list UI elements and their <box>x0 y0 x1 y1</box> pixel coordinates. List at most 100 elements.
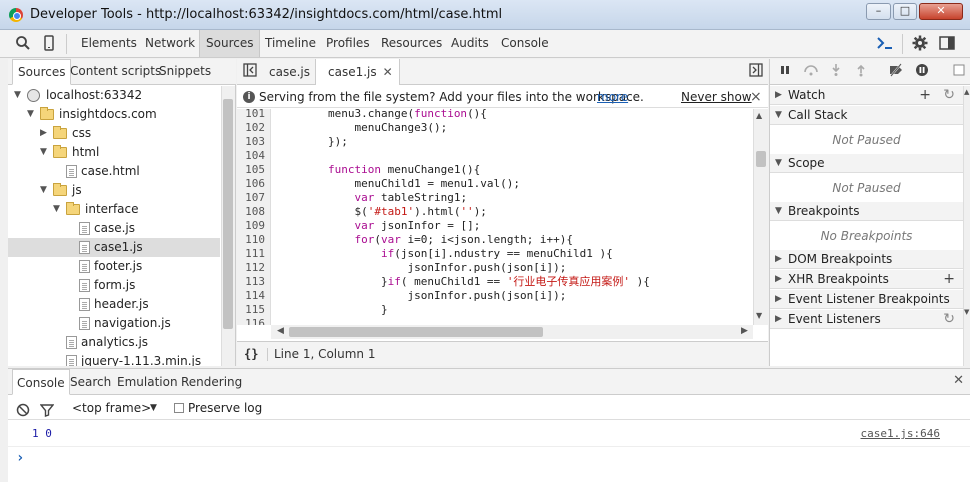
tree-item[interactable]: ▼ localhost:63342 <box>8 86 220 105</box>
tab-timeline[interactable]: Timeline <box>259 30 322 57</box>
show-console-icon[interactable] <box>876 35 894 53</box>
async-checkbox-icon[interactable] <box>950 63 968 81</box>
line-number[interactable]: 103 <box>237 135 265 149</box>
line-number[interactable]: 112 <box>237 261 265 275</box>
tab-elements[interactable]: Elements <box>75 30 143 57</box>
debugger-section-header[interactable]: ▶ Watch + ↻ <box>770 86 963 105</box>
line-number[interactable]: 115 <box>237 303 265 317</box>
frame-dropdown-arrow-icon[interactable]: ▼ <box>150 396 157 420</box>
line-number[interactable]: 104 <box>237 149 265 163</box>
line-number[interactable]: 116 <box>237 317 265 325</box>
infobar-close-icon[interactable]: × <box>750 86 762 108</box>
code-line[interactable]: 108 $('#tab1').html(''); <box>237 205 753 219</box>
expand-triangle-icon[interactable]: ▶ <box>775 250 782 269</box>
line-number[interactable]: 101 <box>237 109 265 121</box>
drawer-tab-rendering[interactable]: Rendering <box>177 369 246 395</box>
code-line[interactable]: 112 jsonInfor.push(json[i]); <box>237 261 753 275</box>
tree-item[interactable]: form.js <box>8 276 220 295</box>
code-line[interactable]: 113 }if( menuChild1 == '行业电子传真应用案例' ){ <box>237 275 753 289</box>
line-number[interactable]: 102 <box>237 121 265 135</box>
scroll-right-icon[interactable]: ▶ <box>741 326 748 336</box>
drawer-tab-emulation[interactable]: Emulation <box>113 369 182 395</box>
console-prompt[interactable]: › <box>8 447 970 469</box>
code-line[interactable]: 107 var tableString1; <box>237 191 753 205</box>
editor-tab-case1-js[interactable]: case1.js ✕ <box>315 59 400 85</box>
debugger-section-header[interactable]: ▶ DOM Breakpoints <box>770 250 963 269</box>
code-line[interactable]: 105 function menuChange1(){ <box>237 163 753 177</box>
debugger-section-header[interactable]: ▶ XHR Breakpoints + <box>770 270 963 289</box>
navigator-scrollbar-thumb[interactable] <box>223 99 233 329</box>
tab-profiles[interactable]: Profiles <box>320 30 376 57</box>
expand-triangle-icon[interactable]: ▶ <box>40 124 47 143</box>
collapse-triangle-icon[interactable]: ▼ <box>775 202 782 221</box>
step-over-icon[interactable] <box>802 63 820 81</box>
toggle-debugger-icon[interactable] <box>747 63 765 81</box>
collapse-triangle-icon[interactable]: ▼ <box>27 105 34 124</box>
collapse-triangle-icon[interactable]: ▼ <box>775 154 782 173</box>
navigator-tab-snippets[interactable]: Snippets <box>154 59 216 84</box>
drawer-tab-console[interactable]: Console <box>12 369 70 395</box>
code-line[interactable]: 104 <box>237 149 753 163</box>
tree-item[interactable]: ▼ html <box>8 143 220 162</box>
collapse-triangle-icon[interactable]: ▼ <box>775 106 782 125</box>
debugger-scroll-up-icon[interactable]: ▲ <box>964 88 969 96</box>
editor-scrollbar-thumb[interactable] <box>756 151 766 167</box>
code-line[interactable]: 109 var jsonInfor = []; <box>237 219 753 233</box>
tree-item[interactable]: ▼ js <box>8 181 220 200</box>
close-drawer-icon[interactable]: ✕ <box>953 373 964 388</box>
pause-icon[interactable] <box>776 63 794 81</box>
close-window-button[interactable]: ✕ <box>919 3 963 20</box>
line-number[interactable]: 106 <box>237 177 265 191</box>
line-number[interactable]: 109 <box>237 219 265 233</box>
inspect-element-icon[interactable] <box>14 35 32 53</box>
tree-item[interactable]: jquery-1.11.3.min.js <box>8 352 220 366</box>
debugger-section-header[interactable]: ▼ Scope <box>770 154 963 173</box>
editor-vertical-scrollbar[interactable]: ▲ ▼ <box>753 109 768 325</box>
collapse-triangle-icon[interactable]: ▼ <box>40 181 47 200</box>
line-number[interactable]: 113 <box>237 275 265 289</box>
tree-item[interactable]: analytics.js <box>8 333 220 352</box>
tab-resources[interactable]: Resources <box>375 30 448 57</box>
code-line[interactable]: 110 for(var i=0; i<json.length; i++){ <box>237 233 753 247</box>
add-icon[interactable]: + <box>919 86 931 105</box>
deactivate-breakpoints-icon[interactable] <box>887 63 905 81</box>
tab-network[interactable]: Network <box>139 30 201 57</box>
code-area[interactable]: 101 menu3.change(function(){102 menuChan… <box>237 109 753 325</box>
maximize-button[interactable]: □ <box>893 3 917 20</box>
tree-item[interactable]: case.html <box>8 162 220 181</box>
drawer-tab-search[interactable]: Search <box>66 369 115 395</box>
tree-item[interactable]: ▼ insightdocs.com <box>8 105 220 124</box>
device-mode-icon[interactable] <box>40 35 58 53</box>
line-number[interactable]: 110 <box>237 233 265 247</box>
infobar-more-link[interactable]: more <box>597 86 628 108</box>
tab-console[interactable]: Console <box>495 30 555 57</box>
debugger-scroll-down-icon[interactable]: ▼ <box>964 308 969 316</box>
collapse-triangle-icon[interactable]: ▼ <box>14 86 21 105</box>
code-line[interactable]: 116 <box>237 317 753 325</box>
tree-item[interactable]: ▶ css <box>8 124 220 143</box>
tab-sources[interactable]: Sources <box>199 30 261 57</box>
code-line[interactable]: 115 } <box>237 303 753 317</box>
tree-item[interactable]: case1.js <box>8 238 220 257</box>
tree-item[interactable]: footer.js <box>8 257 220 276</box>
scroll-down-icon[interactable]: ▼ <box>756 311 762 320</box>
debugger-scrollbar[interactable]: ▲ ▼ <box>963 86 970 366</box>
console-source-link[interactable]: case1.js:646 <box>861 421 940 447</box>
tree-item[interactable]: header.js <box>8 295 220 314</box>
expand-triangle-icon[interactable]: ▶ <box>775 270 782 289</box>
debugger-section-header[interactable]: ▼ Breakpoints <box>770 202 963 221</box>
tab-audits[interactable]: Audits <box>445 30 495 57</box>
preserve-log-checkbox[interactable] <box>174 403 184 413</box>
code-line[interactable]: 114 jsonInfor.push(json[i]); <box>237 289 753 303</box>
debugger-section-header[interactable]: ▼ Call Stack <box>770 106 963 125</box>
expand-triangle-icon[interactable]: ▶ <box>775 86 782 105</box>
line-number[interactable]: 105 <box>237 163 265 177</box>
code-line[interactable]: 102 menuChange3(); <box>237 121 753 135</box>
debugger-section-header[interactable]: ▶ Event Listener Breakpoints <box>770 290 963 309</box>
settings-gear-icon[interactable] <box>911 35 929 53</box>
step-into-icon[interactable] <box>827 63 845 81</box>
navigator-tab-content-scripts[interactable]: Content scripts <box>65 59 166 84</box>
tree-item[interactable]: case.js <box>8 219 220 238</box>
never-show-link[interactable]: Never show <box>681 86 752 108</box>
refresh-icon[interactable]: ↻ <box>943 86 955 105</box>
